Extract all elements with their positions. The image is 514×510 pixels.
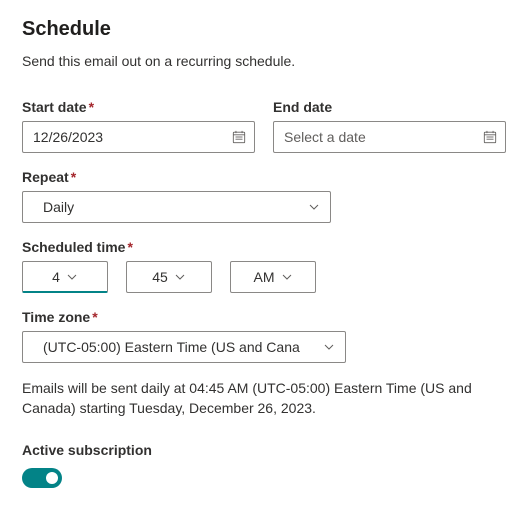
- start-date-input[interactable]: [23, 122, 224, 152]
- schedule-summary: Emails will be sent daily at 04:45 AM (U…: [22, 379, 492, 418]
- repeat-value: Daily: [43, 199, 74, 215]
- required-asterisk: *: [92, 309, 97, 325]
- scheduled-time-label: Scheduled time*: [22, 239, 492, 255]
- start-date-label: Start date*: [22, 99, 255, 115]
- page-description: Send this email out on a recurring sched…: [22, 53, 492, 69]
- end-date-input[interactable]: [274, 122, 475, 152]
- timezone-select[interactable]: (UTC-05:00) Eastern Time (US and Cana: [22, 331, 346, 363]
- chevron-down-icon: [281, 271, 293, 283]
- required-asterisk: *: [71, 169, 76, 185]
- chevron-down-icon: [308, 201, 320, 213]
- required-asterisk: *: [127, 239, 132, 255]
- page-heading: Schedule: [22, 18, 492, 41]
- chevron-down-icon: [323, 341, 335, 353]
- ampm-value: AM: [254, 269, 275, 285]
- minute-select[interactable]: 45: [126, 261, 212, 293]
- end-date-label: End date: [273, 99, 506, 115]
- end-date-field: End date: [273, 99, 506, 153]
- required-asterisk: *: [89, 99, 94, 115]
- minute-value: 45: [152, 269, 168, 285]
- ampm-select[interactable]: AM: [230, 261, 316, 293]
- active-subscription-toggle[interactable]: [22, 468, 62, 488]
- hour-select[interactable]: 4: [22, 261, 108, 293]
- timezone-label: Time zone*: [22, 309, 492, 325]
- hour-value: 4: [52, 269, 60, 285]
- repeat-field: Repeat* Daily: [22, 169, 492, 223]
- active-subscription-label: Active subscription: [22, 442, 492, 458]
- chevron-down-icon: [66, 271, 78, 283]
- active-subscription-field: Active subscription: [22, 442, 492, 488]
- timezone-value: (UTC-05:00) Eastern Time (US and Cana: [43, 339, 300, 355]
- scheduled-time-field: Scheduled time* 4 45 AM: [22, 239, 492, 293]
- calendar-icon[interactable]: [224, 130, 254, 144]
- timezone-field: Time zone* (UTC-05:00) Eastern Time (US …: [22, 309, 492, 363]
- repeat-select[interactable]: Daily: [22, 191, 331, 223]
- calendar-icon[interactable]: [475, 130, 505, 144]
- toggle-knob: [46, 472, 58, 484]
- start-date-field: Start date*: [22, 99, 255, 153]
- repeat-label: Repeat*: [22, 169, 492, 185]
- chevron-down-icon: [174, 271, 186, 283]
- start-date-input-wrap[interactable]: [22, 121, 255, 153]
- end-date-input-wrap[interactable]: [273, 121, 506, 153]
